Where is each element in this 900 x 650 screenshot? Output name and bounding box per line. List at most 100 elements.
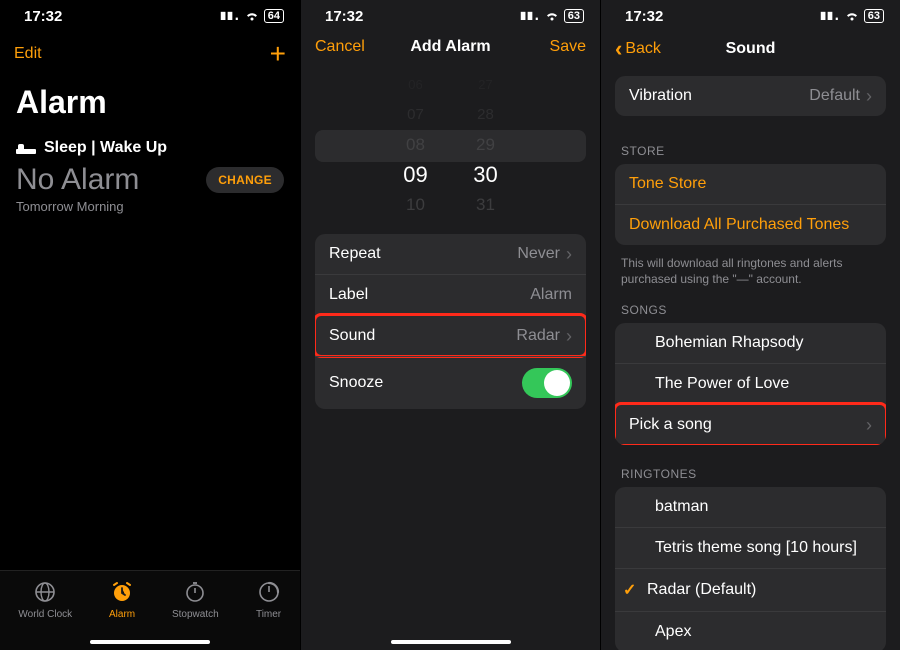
- stopwatch-icon: [182, 579, 208, 605]
- nav-title: Add Alarm: [410, 38, 490, 55]
- save-button[interactable]: Save: [550, 38, 586, 56]
- status-right: ∎∎. 63: [519, 9, 584, 24]
- sleep-section-header: Sleep | Wake Up: [0, 129, 300, 163]
- status-time: 17:32: [325, 8, 363, 25]
- picker-value: 29: [451, 130, 521, 160]
- checkmark-icon: ✓: [623, 580, 643, 600]
- download-all-row[interactable]: Download All Purchased Tones: [615, 204, 886, 245]
- minute-column[interactable]: 27 28 29 30 31 32 33: [451, 70, 521, 220]
- vibration-row[interactable]: Vibration Default›: [615, 76, 886, 116]
- screen-add-alarm: 17:32 ∎∎. 63 Cancel Add Alarm Save 06 07…: [300, 0, 600, 650]
- signal-icon: ∎∎.: [819, 9, 839, 24]
- screen-alarm-list: 17:32 ∎∎. 64 Edit + Alarm Sleep | Wake U…: [0, 0, 300, 650]
- battery-badge: 63: [864, 9, 884, 23]
- row-label: Repeat: [329, 245, 381, 263]
- song-label: Bohemian Rhapsody: [655, 334, 804, 352]
- tab-bar: World Clock Alarm Stopwatch Timer: [0, 570, 300, 650]
- hour-column[interactable]: 06 07 08 09 10 11 12: [381, 70, 451, 220]
- ringtones-list: batman Tetris theme song [10 hours] ✓Rad…: [615, 487, 886, 650]
- sound-row[interactable]: Sound Radar ›: [315, 315, 586, 356]
- wifi-icon: [244, 10, 260, 22]
- ringtone-row-selected[interactable]: ✓Radar (Default): [615, 568, 886, 611]
- ringtone-label: Apex: [655, 623, 691, 641]
- wifi-icon: [844, 10, 860, 22]
- bed-icon: [16, 142, 36, 154]
- no-alarm-row: No Alarm CHANGE: [0, 163, 300, 197]
- picker-value: 08: [381, 130, 451, 160]
- timer-icon: [256, 579, 282, 605]
- repeat-row[interactable]: Repeat Never ›: [315, 234, 586, 274]
- change-button[interactable]: CHANGE: [206, 167, 284, 193]
- row-label: Vibration: [629, 87, 692, 105]
- wifi-icon: [544, 10, 560, 22]
- row-label: Snooze: [329, 374, 383, 392]
- row-label: Download All Purchased Tones: [629, 216, 849, 234]
- alarm-options-list: Repeat Never › Label Alarm Sound Radar › S…: [315, 234, 586, 409]
- tab-stopwatch[interactable]: Stopwatch: [172, 579, 219, 620]
- tone-store-row[interactable]: Tone Store: [615, 164, 886, 204]
- tab-label: Stopwatch: [172, 609, 219, 620]
- screen-sound: 17:32 ∎∎. 63 ‹ Back Sound Vibration Defa…: [600, 0, 900, 650]
- ringtone-row[interactable]: Tetris theme song [10 hours]: [615, 527, 886, 568]
- navbar: Cancel Add Alarm Save: [301, 28, 600, 66]
- time-picker[interactable]: 06 07 08 09 10 11 12 27 28 29 30 31 32 3…: [315, 70, 586, 220]
- back-button[interactable]: ‹ Back: [615, 38, 661, 60]
- row-label: Sound: [329, 327, 375, 345]
- picker-value: 07: [381, 100, 451, 130]
- download-hint: This will download all ringtones and ale…: [601, 249, 900, 289]
- picker-value: 10: [381, 190, 451, 220]
- battery-badge: 63: [564, 9, 584, 23]
- song-row[interactable]: Bohemian Rhapsody: [615, 323, 886, 363]
- ringtone-row[interactable]: Apex: [615, 611, 886, 650]
- vibration-list: Vibration Default›: [615, 76, 886, 116]
- snooze-toggle[interactable]: [522, 368, 572, 398]
- back-label: Back: [625, 40, 661, 58]
- navbar: Edit +: [0, 28, 300, 80]
- row-label: Pick a song: [629, 416, 712, 434]
- chevron-right-icon: ›: [566, 245, 572, 263]
- home-indicator[interactable]: [90, 640, 210, 644]
- ringtone-label: batman: [655, 498, 708, 516]
- label-row[interactable]: Label Alarm: [315, 274, 586, 315]
- no-alarm-text: No Alarm: [16, 163, 139, 197]
- songs-list: Bohemian Rhapsody The Power of Love Pick…: [615, 323, 886, 445]
- ringtone-label: Radar (Default): [647, 581, 756, 599]
- chevron-left-icon: ‹: [615, 38, 622, 60]
- song-row[interactable]: The Power of Love: [615, 363, 886, 404]
- picker-value: 28: [451, 100, 521, 130]
- tab-label: World Clock: [18, 609, 72, 620]
- row-label: Tone Store: [629, 175, 706, 193]
- status-right: ∎∎. 64: [219, 9, 284, 24]
- pick-a-song-row[interactable]: Pick a song ›: [615, 404, 886, 445]
- row-value: Never: [517, 245, 560, 263]
- status-right: ∎∎. 63: [819, 9, 884, 24]
- status-bar: 17:32 ∎∎. 64: [0, 0, 300, 28]
- row-label: Label: [329, 286, 368, 304]
- row-value: Alarm: [530, 286, 572, 304]
- chevron-right-icon: ›: [866, 416, 872, 434]
- row-value: Radar: [516, 327, 560, 345]
- store-caption: STORE: [601, 130, 900, 164]
- signal-icon: ∎∎.: [519, 9, 539, 24]
- snooze-row: Snooze: [315, 356, 586, 409]
- chevron-right-icon: ›: [866, 87, 872, 105]
- tab-label: Alarm: [109, 609, 135, 620]
- edit-button[interactable]: Edit: [14, 45, 42, 63]
- ringtone-row[interactable]: batman: [615, 487, 886, 527]
- home-indicator[interactable]: [391, 640, 511, 644]
- add-alarm-button[interactable]: +: [270, 38, 286, 70]
- tab-world-clock[interactable]: World Clock: [18, 579, 72, 620]
- picker-value-selected: 09: [381, 160, 451, 190]
- picker-value: 06: [381, 70, 451, 100]
- status-time: 17:32: [625, 8, 663, 25]
- chevron-right-icon: ›: [566, 327, 572, 345]
- status-bar: 17:32 ∎∎. 63: [601, 0, 900, 28]
- sleep-header-label: Sleep | Wake Up: [44, 139, 167, 157]
- nav-title: Sound: [726, 40, 776, 57]
- battery-badge: 64: [264, 9, 284, 23]
- globe-icon: [32, 579, 58, 605]
- tab-timer[interactable]: Timer: [256, 579, 282, 620]
- cancel-button[interactable]: Cancel: [315, 38, 365, 56]
- page-title: Alarm: [0, 80, 300, 129]
- tab-alarm[interactable]: Alarm: [109, 579, 135, 620]
